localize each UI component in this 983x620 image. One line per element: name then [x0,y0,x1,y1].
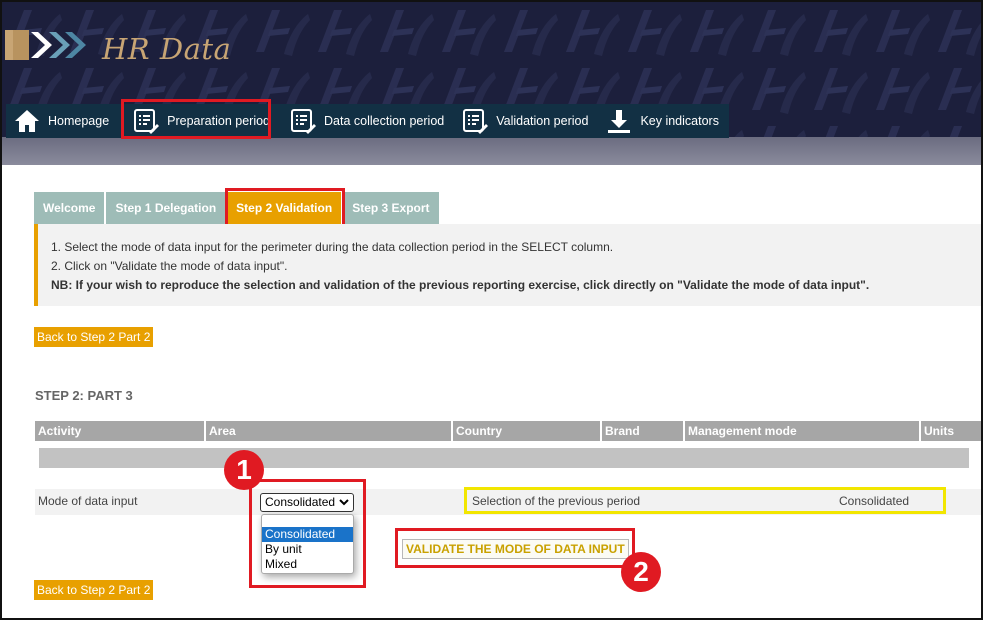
previous-period-value: Consolidated [839,494,910,508]
step-tabs: Welcome Step 1 Delegation Step 2 Validat… [34,192,441,224]
tab-step3-export[interactable]: Step 3 Export [343,192,439,224]
mode-select[interactable]: Consolidated [260,493,354,512]
instruction-line-2: 2. Click on "Validate the mode of data i… [51,259,288,273]
annotation-badge-1: 1 [224,450,264,490]
validate-mode-button[interactable]: VALIDATE THE MODE OF DATA INPUT [402,539,629,559]
nav-label: Preparation period [167,114,271,128]
tab-step2-validation[interactable]: Step 2 Validation [227,192,342,224]
option-consolidated[interactable]: Consolidated [262,527,353,542]
option-by-unit[interactable]: By unit [262,542,353,557]
column-brand: Brand [602,421,685,441]
instruction-line-1: 1. Select the mode of data input for the… [51,240,614,254]
tab-welcome[interactable]: Welcome [34,192,105,224]
table-header: Activity Area Country Brand Management m… [35,421,981,441]
header-banner: HR Data [2,2,981,165]
tab-step1-delegation[interactable]: Step 1 Delegation [106,192,226,224]
logo-icon [5,30,86,60]
main-nav: Homepage Preparation period Data collect… [6,104,729,138]
column-activity: Activity [35,421,206,441]
checklist-edit-icon [291,109,317,134]
header-fade [2,137,981,165]
table-filter-bar [39,448,969,468]
download-icon [608,110,631,133]
option-mixed[interactable]: Mixed [262,557,353,572]
app-window: HR Data Homepage Preparation period Data… [0,0,983,620]
column-units: Units [924,424,954,438]
section-title: STEP 2: PART 3 [35,388,133,403]
nav-key-indicators[interactable]: Key indicators [596,104,729,138]
nav-label: Data collection period [324,114,445,128]
nav-data-collection-period[interactable]: Data collection period [278,104,452,138]
mode-dropdown-list: Consolidated By unit Mixed [261,514,354,574]
mode-of-data-input-label: Mode of data input [38,494,138,508]
instructions-panel: 1. Select the mode of data input for the… [34,224,981,306]
checklist-edit-icon [134,109,160,134]
back-to-step2-part2-button-top[interactable]: Back to Step 2 Part 2 [34,327,154,347]
instruction-note: NB: If your wish to reproduce the select… [51,278,870,292]
mode-select-value: Consolidated [265,495,336,509]
nav-preparation-period[interactable]: Preparation period [117,104,278,138]
nav-homepage[interactable]: Homepage [6,104,117,138]
nav-validation-period[interactable]: Validation period [452,104,596,138]
app-title: HR Data [102,32,232,66]
back-to-step2-part2-button-bottom[interactable]: Back to Step 2 Part 2 [34,580,154,600]
column-country: Country [453,421,602,441]
column-area: Area [206,421,453,441]
nav-label: Key indicators [640,114,719,128]
nav-label: Validation period [496,114,589,128]
home-icon [15,110,39,132]
nav-label: Homepage [48,114,110,128]
previous-period-label: Selection of the previous period [472,494,641,508]
annotation-badge-2: 2 [621,552,661,592]
checklist-edit-icon [463,109,489,134]
column-management-mode: Management mode [685,421,921,441]
